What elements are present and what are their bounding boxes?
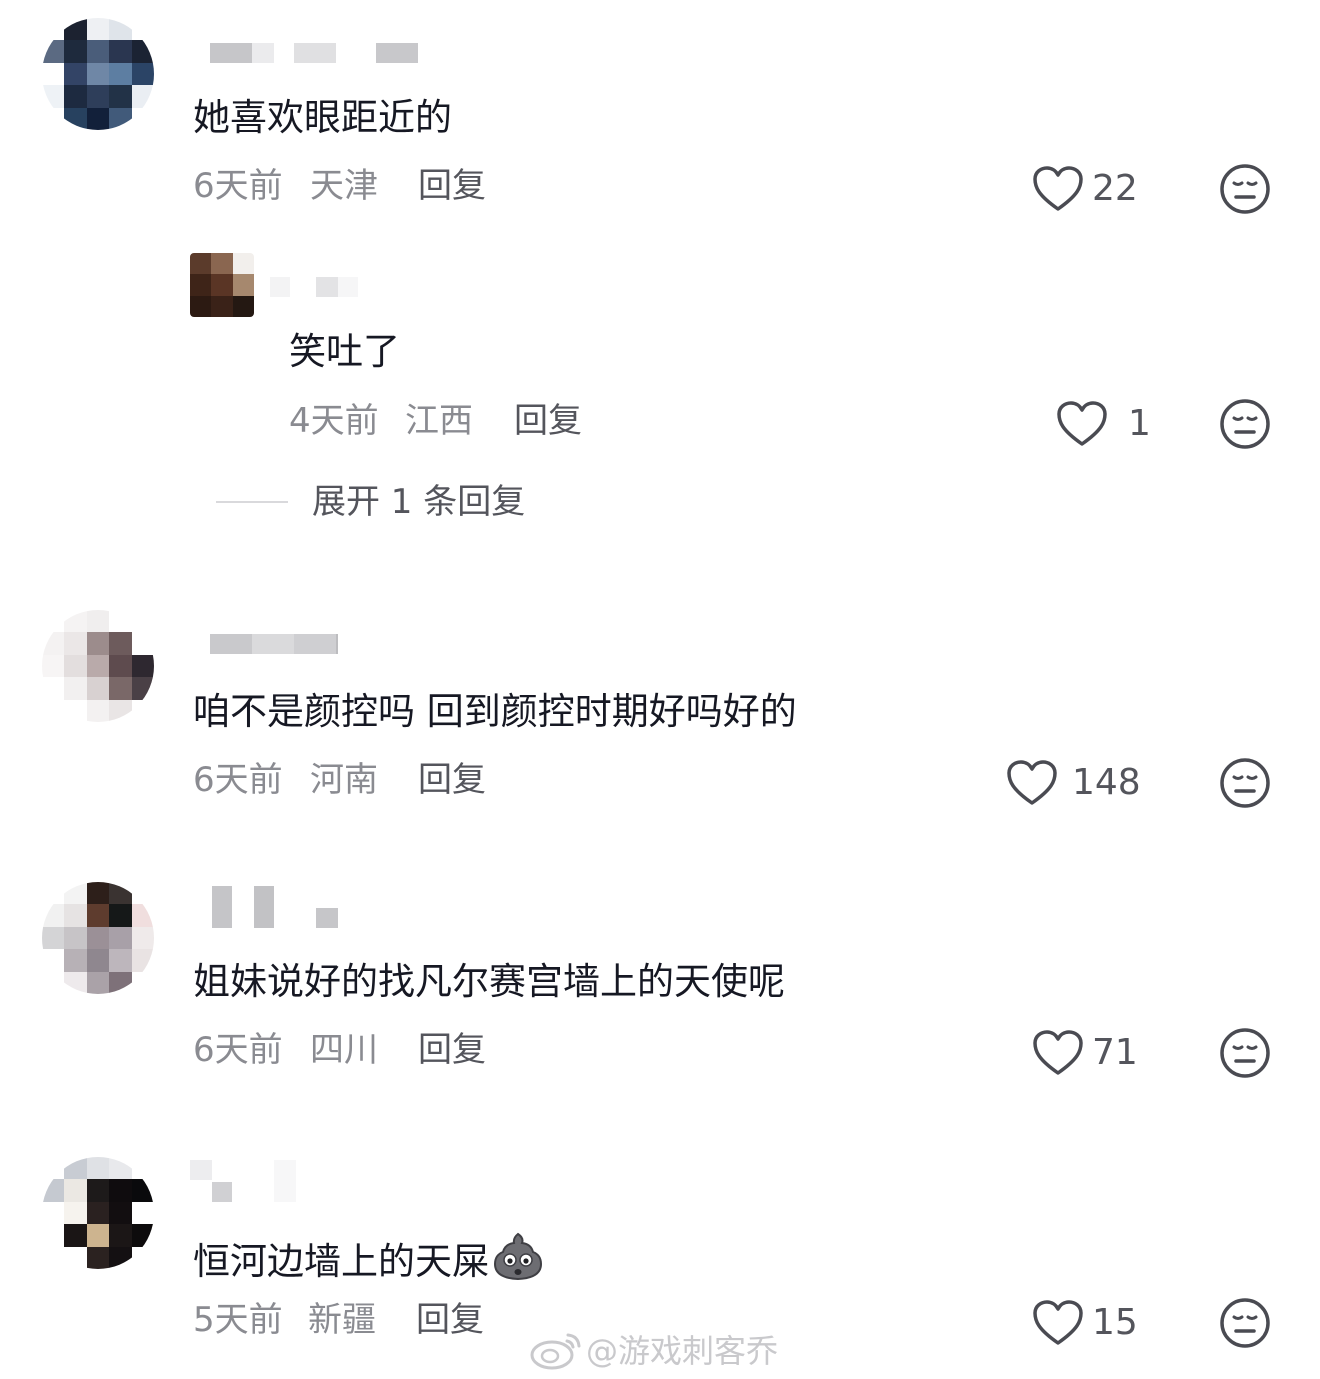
- username-blurred[interactable]: [212, 886, 338, 928]
- like-button[interactable]: 22: [1032, 164, 1138, 214]
- reply-avatar[interactable]: [190, 253, 254, 317]
- heart-outline-icon: [1007, 760, 1057, 805]
- reaction-button[interactable]: [1219, 163, 1271, 215]
- like-button[interactable]: 15: [1032, 1298, 1138, 1348]
- comment-text: 她喜欢眼距近的: [193, 96, 452, 139]
- reply-button[interactable]: 回复: [418, 1030, 486, 1070]
- watermark: @游戏刺客乔: [528, 1326, 778, 1372]
- avatar[interactable]: [42, 18, 154, 130]
- comment-text: 姐妹说好的找凡尔赛宫墙上的天使呢: [193, 960, 785, 1003]
- comment-time: 6天前: [193, 1030, 283, 1070]
- comment-text: 咱不是颜控吗 回到颜控时期好吗好的: [193, 690, 797, 733]
- username-blurred[interactable]: [210, 42, 418, 64]
- avatar[interactable]: [42, 882, 154, 994]
- like-count: 148: [1072, 762, 1141, 803]
- like-count: 15: [1092, 1302, 1138, 1343]
- heart-outline-icon: [1033, 166, 1083, 211]
- comment-text-content: 恒河边墙上的天屎: [193, 1240, 489, 1283]
- weibo-logo-icon: [530, 1333, 581, 1370]
- comment-location: 河南: [310, 760, 378, 800]
- username-blurred[interactable]: [190, 1160, 296, 1202]
- comment-time: 6天前: [193, 760, 283, 800]
- reply-location: 江西: [405, 401, 473, 441]
- like-count: 71: [1092, 1032, 1138, 1073]
- avatar[interactable]: [42, 1157, 154, 1269]
- reaction-button[interactable]: [1219, 1297, 1271, 1349]
- heart-outline-icon: [1033, 1030, 1083, 1075]
- watermark-text: @游戏刺客乔: [586, 1332, 779, 1370]
- avatar[interactable]: [42, 610, 154, 722]
- like-button[interactable]: 71: [1032, 1028, 1138, 1078]
- reply-button[interactable]: 回复: [514, 401, 582, 441]
- heart-outline-icon: [1033, 1300, 1083, 1345]
- meh-face-icon: [1220, 1028, 1270, 1078]
- reply-button[interactable]: 回复: [416, 1300, 484, 1340]
- comment-location: 天津: [310, 166, 378, 206]
- username-blurred[interactable]: [270, 276, 358, 298]
- like-button[interactable]: 1: [1056, 399, 1151, 449]
- expand-replies-label: 展开 1 条回复: [312, 482, 526, 522]
- comment-time: 5天前: [193, 1300, 283, 1340]
- comment-time: 6天前: [193, 166, 283, 206]
- poop-emoji-icon: [493, 1232, 543, 1281]
- meh-face-icon: [1220, 758, 1270, 808]
- reaction-button[interactable]: [1219, 398, 1271, 450]
- meh-face-icon: [1220, 164, 1270, 214]
- expand-replies-button[interactable]: 展开 1 条回复: [216, 482, 525, 522]
- reply-text: 笑吐了: [289, 330, 400, 373]
- poop-emoji: [491, 1230, 545, 1294]
- meh-face-icon: [1220, 399, 1270, 449]
- comment-location: 四川: [310, 1030, 378, 1070]
- comment-location: 新疆: [308, 1300, 376, 1340]
- reply-button[interactable]: 回复: [418, 760, 486, 800]
- meh-face-icon: [1220, 1298, 1270, 1348]
- username-blurred[interactable]: [210, 633, 338, 655]
- like-button[interactable]: 148: [1006, 758, 1141, 808]
- reaction-button[interactable]: [1219, 757, 1271, 809]
- divider: [216, 501, 288, 503]
- comment-text: 恒河边墙上的天屎: [193, 1230, 545, 1294]
- heart-outline-icon: [1057, 401, 1107, 446]
- reply-button[interactable]: 回复: [418, 166, 486, 206]
- reaction-button[interactable]: [1219, 1027, 1271, 1079]
- reply-time: 4天前: [289, 401, 379, 441]
- like-count: 22: [1092, 168, 1138, 209]
- like-count: 1: [1128, 403, 1151, 444]
